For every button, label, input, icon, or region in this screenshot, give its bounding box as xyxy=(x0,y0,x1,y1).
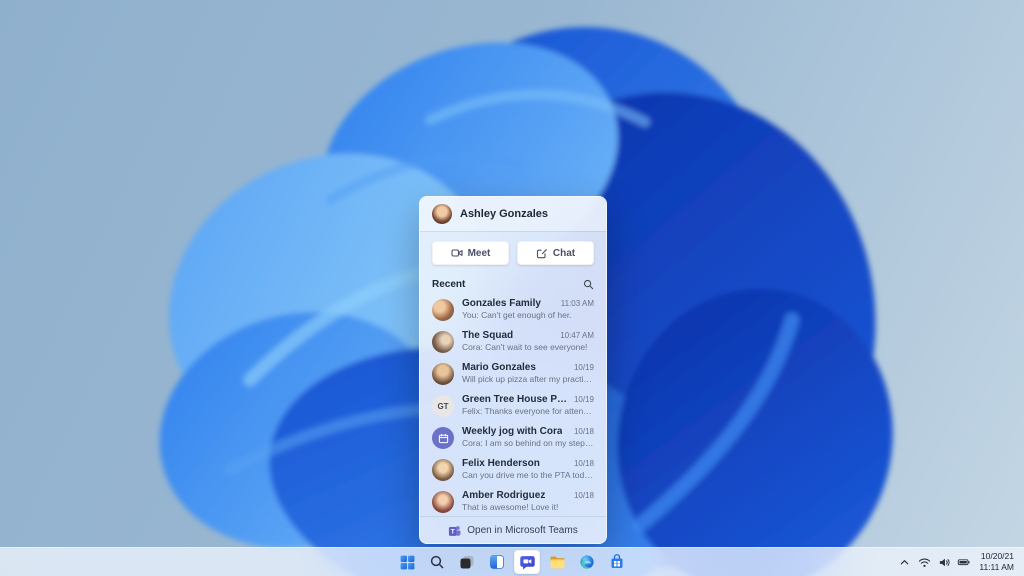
chat-time: 10/18 xyxy=(573,491,594,500)
task-view-icon xyxy=(460,556,474,569)
chat-row-gonzales-family[interactable]: Gonzales Family 11:03 AM You: Can't get … xyxy=(420,293,606,325)
chat-flyout-header: Ashley Gonzales xyxy=(420,197,606,231)
chat-time: 10/19 xyxy=(573,395,594,404)
chat-button[interactable]: Chat xyxy=(517,241,594,265)
chat-time: 10/18 xyxy=(573,459,594,468)
chat-time: 11:03 AM xyxy=(560,299,594,308)
meet-button-label: Meet xyxy=(467,247,491,259)
taskbar-center-icons xyxy=(394,548,630,576)
avatar-green-tree-house-pta: GT xyxy=(432,395,454,417)
meet-button[interactable]: Meet xyxy=(432,241,509,265)
taskbar: 10/20/21 11:11 AM xyxy=(0,547,1024,576)
store-button[interactable] xyxy=(604,550,630,574)
widgets-icon xyxy=(490,555,504,569)
file-explorer-icon xyxy=(550,555,564,568)
chat-name: Gonzales Family xyxy=(462,298,541,309)
teams-logo-icon: T xyxy=(449,525,461,536)
desktop: Ashley Gonzales Meet Chat Recent Gonzale… xyxy=(0,0,1024,576)
action-buttons: Meet Chat xyxy=(420,232,606,274)
video-camera-icon xyxy=(451,249,463,257)
chat-name: The Squad xyxy=(462,330,514,341)
chat-preview: Cora: Can't wait to see everyone! xyxy=(462,342,588,352)
tray-time: 11:11 AM xyxy=(979,562,1014,572)
chat-row-felix-henderson[interactable]: Felix Henderson 10/18 Can you drive me t… xyxy=(420,453,606,485)
chat-row-amber-rodriguez[interactable]: Amber Rodriguez 10/18 That is awesome! L… xyxy=(420,485,606,516)
avatar-amber-rodriguez xyxy=(432,491,454,513)
chat-name: Amber Rodriguez xyxy=(462,490,546,501)
start-button[interactable] xyxy=(394,550,420,574)
recent-header: Recent xyxy=(420,274,606,293)
calendar-avatar-icon xyxy=(432,427,454,449)
file-explorer-button[interactable] xyxy=(544,550,570,574)
chat-name: Weekly jog with Cora xyxy=(462,426,563,437)
chat-time: 10/18 xyxy=(573,427,594,436)
chat-taskbar-button[interactable] xyxy=(514,550,540,574)
user-avatar[interactable] xyxy=(432,204,452,224)
windows-start-icon xyxy=(400,555,414,569)
clock[interactable]: 10/20/21 11:11 AM xyxy=(975,551,1020,573)
chat-name: Felix Henderson xyxy=(462,458,540,469)
tray-chevron-up-icon[interactable] xyxy=(895,550,913,574)
tray-date: 10/20/21 xyxy=(980,550,1014,561)
chat-preview: Can you drive me to the PTA today? xyxy=(462,470,594,480)
chat-row-green-tree-house-pta[interactable]: GT Green Tree House PTA 10/19 Felix: Tha… xyxy=(420,389,606,421)
chat-preview: That is awesome! Love it! xyxy=(462,502,559,512)
system-tray: 10/20/21 11:11 AM xyxy=(895,548,1020,576)
chat-flyout: Ashley Gonzales Meet Chat Recent Gonzale… xyxy=(419,196,607,544)
chat-time: 10/19 xyxy=(573,363,594,372)
search-button[interactable] xyxy=(424,550,450,574)
avatar-felix-henderson xyxy=(432,459,454,481)
open-in-teams-button[interactable]: T Open in Microsoft Teams xyxy=(420,516,606,543)
user-name: Ashley Gonzales xyxy=(460,208,549,220)
recent-label: Recent xyxy=(432,279,466,290)
edge-button[interactable] xyxy=(574,550,600,574)
teams-chat-icon xyxy=(519,555,535,570)
compose-icon xyxy=(536,249,547,259)
avatar-mario-gonzales xyxy=(432,363,454,385)
avatar-gonzales-family xyxy=(432,299,454,321)
volume-icon[interactable] xyxy=(935,550,953,574)
chat-preview: Cora: I am so behind on my step goals. xyxy=(462,438,594,448)
avatar-the-squad xyxy=(432,331,454,353)
microsoft-store-icon xyxy=(611,554,623,568)
chat-time: 10:47 AM xyxy=(560,331,594,340)
chat-row-mario-gonzales[interactable]: Mario Gonzales 10/19 Will pick up pizza … xyxy=(420,357,606,389)
chat-button-label: Chat xyxy=(552,247,576,259)
battery-icon[interactable] xyxy=(955,550,973,574)
svg-text:T: T xyxy=(451,528,455,535)
chat-preview: Will pick up pizza after my practice. xyxy=(462,374,594,384)
chat-name: Green Tree House PTA xyxy=(462,394,568,405)
chat-preview: You: Can't get enough of her. xyxy=(462,310,572,320)
task-view-button[interactable] xyxy=(454,550,480,574)
recent-chat-list: Gonzales Family 11:03 AM You: Can't get … xyxy=(420,293,606,516)
widgets-button[interactable] xyxy=(484,550,510,574)
wifi-icon[interactable] xyxy=(915,550,933,574)
search-icon[interactable] xyxy=(583,279,594,290)
chat-preview: Felix: Thanks everyone for attending tod… xyxy=(462,406,594,416)
edge-icon xyxy=(580,555,594,569)
chat-row-the-squad[interactable]: The Squad 10:47 AM Cora: Can't wait to s… xyxy=(420,325,606,357)
search-icon xyxy=(430,555,444,569)
open-in-teams-label: Open in Microsoft Teams xyxy=(467,524,578,536)
chat-row-weekly-jog[interactable]: Weekly jog with Cora 10/18 Cora: I am so… xyxy=(420,421,606,453)
chat-name: Mario Gonzales xyxy=(462,362,536,373)
